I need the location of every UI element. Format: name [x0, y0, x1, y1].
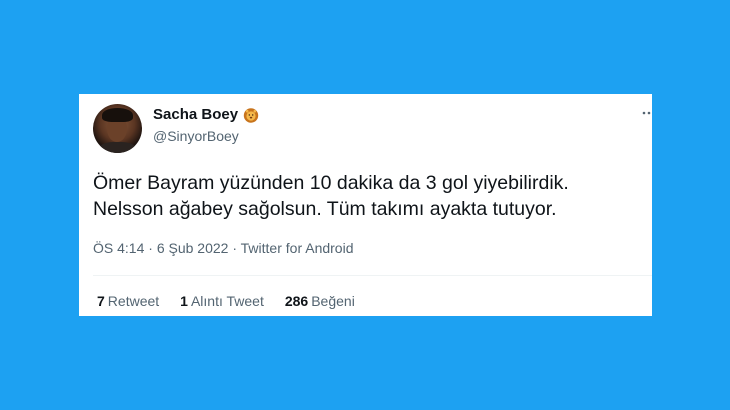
tweet-text: Ömer Bayram yüzünden 10 dakika da 3 gol …: [93, 170, 649, 222]
avatar-hair: [102, 108, 133, 122]
like-count-link[interactable]: 286 Beğeni: [285, 293, 355, 309]
retweet-count-link[interactable]: 7 Retweet: [97, 293, 159, 309]
author-display-name[interactable]: Sacha Boey: [153, 106, 238, 123]
stat-count: 7: [97, 293, 105, 309]
meta-separator: ·: [232, 240, 238, 256]
author-handle[interactable]: @SinyorBoey: [153, 128, 239, 144]
tweet-date[interactable]: 6 Şub 2022: [157, 240, 229, 256]
author-name-row: Sacha Boey: [153, 106, 259, 123]
quote-tweet-count-link[interactable]: 1 Alıntı Tweet: [180, 293, 264, 309]
stat-label: Retweet: [107, 293, 160, 309]
avatar-shirt: [99, 142, 136, 153]
tweet-source[interactable]: Twitter for Android: [241, 240, 354, 256]
stat-label: Alıntı Tweet: [190, 293, 264, 309]
tweet-text-line: Ömer Bayram yüzünden 10 dakika da 3 gol …: [93, 172, 569, 194]
tweet-card: Sacha Boey @SinyorBoey Ömer Bayram yüzün…: [79, 94, 652, 316]
stat-label: Beğeni: [311, 293, 355, 309]
avatar[interactable]: [93, 104, 142, 153]
more-options-icon[interactable]: [642, 110, 652, 116]
tweet-meta: ÖS 4:14 · 6 Şub 2022 · Twitter for Andro…: [93, 240, 353, 256]
divider: [93, 275, 652, 276]
stat-count: 1: [180, 293, 188, 309]
tweet-stats: 7 Retweet 1 Alıntı Tweet 286 Beğeni: [97, 293, 355, 309]
lion-face-icon: [243, 107, 259, 123]
tweet-text-line: Nelsson ağabey sağolsun. Tüm takımı ayak…: [93, 198, 557, 220]
stat-count: 286: [284, 293, 309, 309]
tweet-time[interactable]: ÖS 4:14: [93, 240, 144, 256]
meta-separator: ·: [148, 240, 153, 256]
